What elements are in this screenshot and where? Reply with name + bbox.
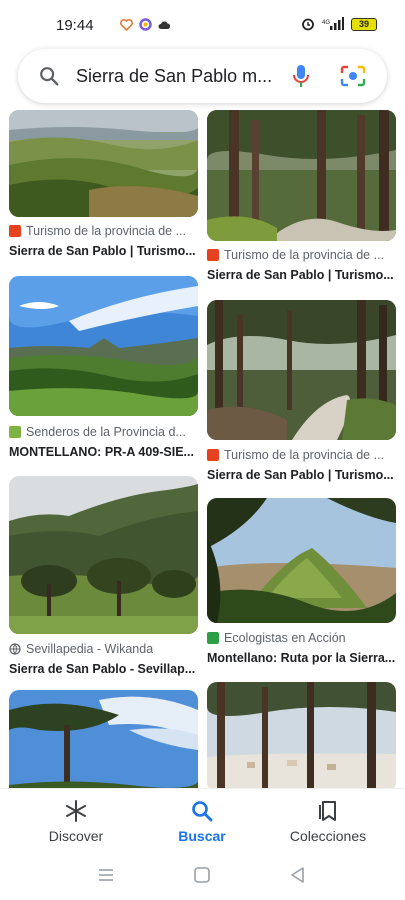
microphone-icon[interactable] [290,63,312,89]
source-favicon-icon [207,449,219,461]
result-title[interactable]: Sierra de San Pablo | Turismo... [207,468,396,482]
result-title[interactable]: Sierra de San Pablo | Turismo... [207,268,396,282]
asterisk-icon [66,800,86,822]
cloud-icon [158,21,171,29]
result-source: Ecologistas en Acción [207,631,396,645]
result-source: Turismo de la provincia de ... [207,248,396,262]
nav-collections[interactable]: Colecciones [273,799,383,844]
result-image-pine-sky[interactable] [9,690,198,788]
source-favicon-icon [207,249,219,261]
nav-search-label: Buscar [178,828,226,844]
result-card[interactable] [9,690,198,788]
result-card[interactable]: Sevillapedia - Wikanda Sierra de San Pab… [9,476,198,676]
battery-icon: 39 [351,17,377,31]
result-image-forest-road[interactable] [207,300,396,440]
back-icon[interactable] [288,866,308,884]
result-card[interactable]: Turismo de la provincia de ... Sierra de… [207,300,396,486]
alarm-icon [302,18,314,31]
heart-icon [120,18,133,31]
result-source: Turismo de la provincia de ... [207,448,396,462]
collections-icon [319,801,336,821]
result-image-pine-path[interactable] [207,110,396,241]
search-input[interactable]: Sierra de San Pablo m... [76,66,276,87]
result-title[interactable]: Sierra de San Pablo | Turismo... [9,244,198,258]
nav-search[interactable]: Buscar [147,799,257,844]
result-card[interactable]: Turismo de la provincia de ... Sierra de… [9,110,198,260]
image-results-grid: Turismo de la provincia de ... Sierra de… [0,110,405,788]
search-icon [40,67,59,86]
result-card[interactable] [207,682,396,788]
menu-icon[interactable] [96,866,116,884]
nav-discover-label: Discover [48,828,104,844]
result-title[interactable]: Sierra de San Pablo - Sevillap... [9,662,198,676]
result-image-mountain-oaks[interactable] [9,476,198,634]
status-bar: 19:44 4G 39 [0,0,405,44]
notification-icons [120,18,171,31]
home-icon[interactable] [192,866,212,884]
globe-icon [9,643,21,655]
google-lens-icon[interactable] [340,64,366,88]
result-card[interactable]: Senderos de la Provincia d... MONTELLANO… [9,276,198,462]
app-ring-icon [139,18,152,31]
result-image-olive-hill[interactable] [207,498,396,623]
result-title[interactable]: MONTELLANO: PR-A 409-SIE... [9,445,198,459]
signal-icon: 4G [322,17,344,30]
result-image-green-valley[interactable] [9,276,198,416]
result-card[interactable]: Turismo de la provincia de ... Sierra de… [207,110,396,286]
search-bar[interactable]: Sierra de San Pablo m... [18,49,387,103]
result-source: Senderos de la Provincia d... [9,425,198,439]
source-favicon-icon [9,426,21,438]
result-card[interactable]: Ecologistas en Acción Montellano: Ruta p… [207,498,396,668]
result-title[interactable]: Montellano: Ruta por la Sierra... [207,651,396,665]
system-navigation-bar [0,850,405,900]
nav-discover[interactable]: Discover [21,799,131,844]
nav-collections-label: Colecciones [289,828,367,844]
result-source: Turismo de la provincia de ... [9,224,198,238]
status-time: 19:44 [56,17,94,34]
bottom-navigation: Discover Buscar Colecciones [0,788,405,850]
result-image-rolling-hills[interactable] [9,110,198,217]
result-source: Sevillapedia - Wikanda [9,642,198,656]
search-icon [192,801,213,822]
system-status-icons: 4G 39 [301,17,377,31]
svg-text:4G: 4G [322,20,330,26]
result-image-village-pines[interactable] [207,682,396,788]
source-favicon-icon [207,632,219,644]
source-favicon-icon [9,225,21,237]
